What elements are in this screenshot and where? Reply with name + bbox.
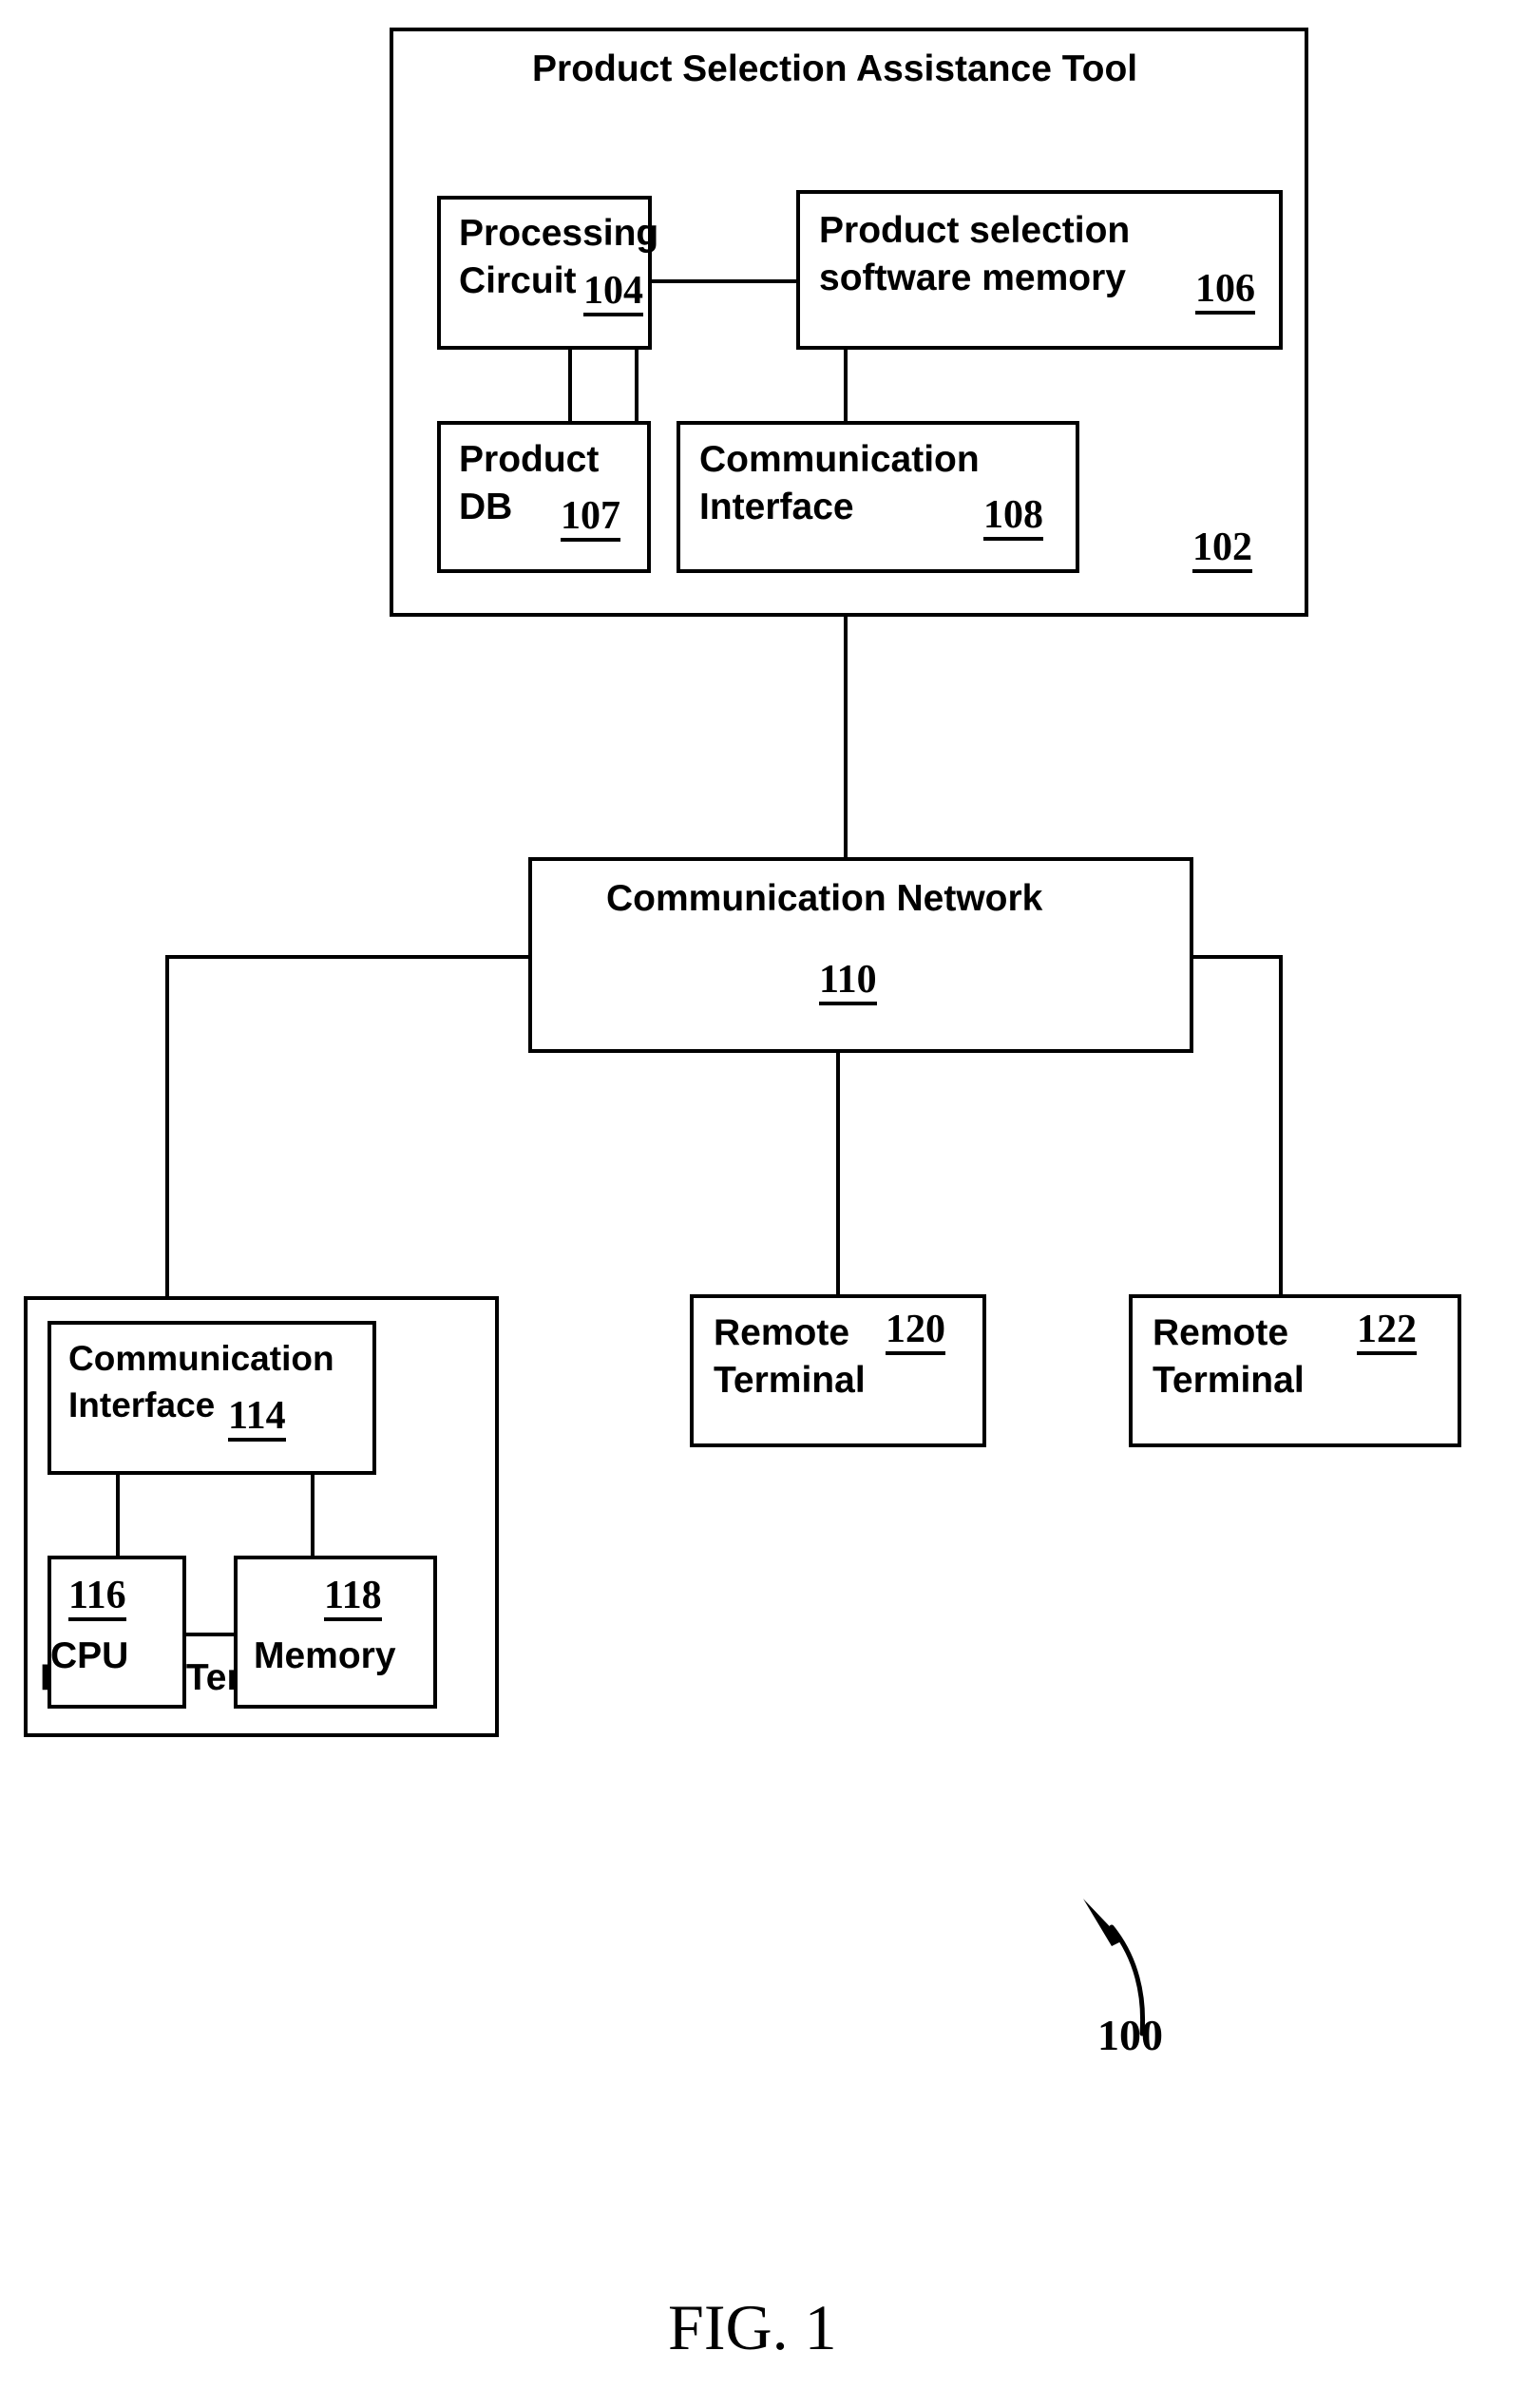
memory-label: Memory — [254, 1635, 396, 1676]
tool-comm-interface-label-line2: Interface — [699, 487, 854, 527]
processing-circuit-label-line1: Processing — [459, 213, 659, 254]
cpu-ref-116: 116 — [68, 1576, 126, 1621]
network-right-branch-vertical — [1279, 955, 1283, 1297]
software-memory-label-line1: Product selection — [819, 210, 1131, 251]
connector-104-to-108 — [635, 350, 639, 423]
terminal-comm-interface-label-line1: Communication — [68, 1339, 334, 1378]
network-left-branch-vertical — [165, 955, 169, 1297]
terminal-comm-interface-ref-114: 114 — [228, 1396, 286, 1442]
system-ref-100: 100 — [1097, 2011, 1163, 2059]
product-db-label-line2: DB — [459, 487, 513, 527]
remote-terminal-ref-120: 120 — [886, 1309, 945, 1355]
network-center-branch-vertical — [836, 1053, 840, 1296]
processing-circuit-label-line2: Circuit — [459, 260, 577, 301]
connector-114-to-118 — [311, 1475, 315, 1556]
network-right-branch-horizontal — [1191, 955, 1283, 959]
software-memory-ref-106: 106 — [1195, 269, 1255, 315]
communication-network-ref-110: 110 — [819, 960, 877, 1005]
tool-title: Product Selection Assistance Tool — [532, 48, 1138, 89]
tool-comm-interface-label-line1: Communication — [699, 439, 980, 480]
tool-ref-102: 102 — [1192, 527, 1252, 573]
product-db-label-line1: Product — [459, 439, 600, 480]
figure-caption: FIG. 1 — [668, 2291, 837, 2363]
network-left-branch-horizontal — [165, 955, 530, 959]
cpu-label: CPU — [50, 1635, 129, 1676]
tool-comm-interface-ref-108: 108 — [983, 495, 1043, 541]
patent-figure-page: Product Selection Assistance Tool 102 Pr… — [0, 0, 1525, 2408]
communication-network-title: Communication Network — [606, 878, 1043, 919]
processing-circuit-ref-104: 104 — [583, 271, 643, 316]
software-memory-label-line2: software memory — [819, 258, 1126, 298]
terminal-comm-interface-label-line2: Interface — [68, 1386, 216, 1424]
remote-terminal-122-label-line2: Terminal — [1153, 1360, 1305, 1401]
remote-terminal-120-label-line2: Terminal — [714, 1360, 866, 1401]
connector-106-to-108 — [844, 350, 848, 423]
connector-104-to-106 — [652, 279, 796, 283]
remote-terminal-ref-122: 122 — [1357, 1309, 1417, 1355]
product-db-ref-107: 107 — [561, 496, 620, 542]
remote-terminal-122-label-line1: Remote — [1153, 1312, 1289, 1353]
memory-ref-118: 118 — [324, 1576, 382, 1621]
remote-terminal-120-label-line1: Remote — [714, 1312, 850, 1353]
connector-116-to-118 — [186, 1633, 234, 1636]
connector-104-to-107 — [568, 350, 572, 423]
connector-114-to-116 — [116, 1475, 120, 1556]
connector-102-to-110 — [844, 617, 848, 859]
